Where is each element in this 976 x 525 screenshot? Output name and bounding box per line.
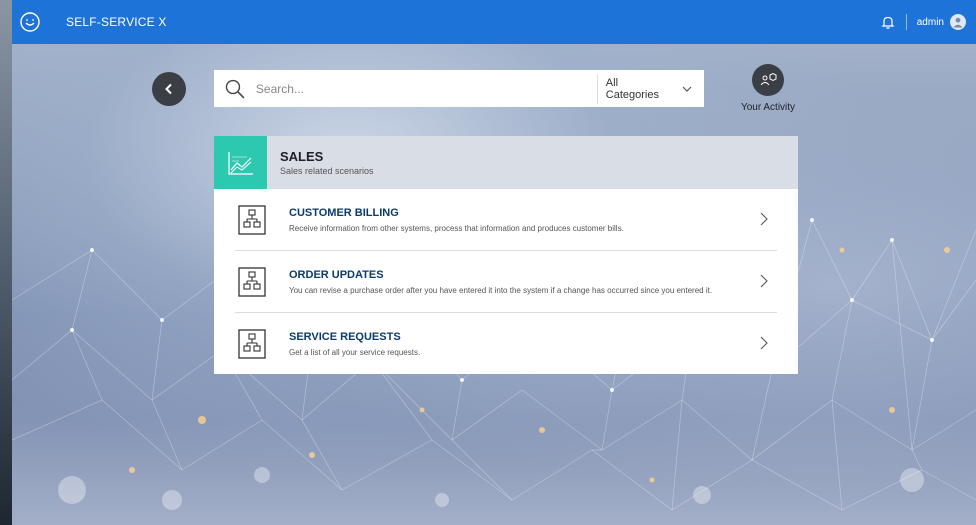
list-item-customer-billing[interactable]: CUSTOMER BILLING Receive information fro… <box>235 189 777 251</box>
list-item-order-updates[interactable]: ORDER UPDATES You can revise a purchase … <box>235 251 777 313</box>
search-icon[interactable] <box>224 78 246 100</box>
flowchart-icon <box>238 266 266 297</box>
item-title: CUSTOMER BILLING <box>289 206 399 219</box>
section-subtitle: Sales related scenarios <box>280 166 374 176</box>
section-title: SALES <box>280 149 324 164</box>
item-description: Get a list of all your service requests. <box>289 347 421 357</box>
search-input[interactable] <box>253 80 597 97</box>
your-activity-button[interactable]: Your Activity <box>734 64 802 113</box>
flowchart-icon <box>238 328 266 359</box>
activity-label: Your Activity <box>740 102 796 113</box>
top-bar: SELF-SERVICE X admin <box>12 0 976 44</box>
list-item-service-requests[interactable]: SERVICE REQUESTS Get a list of all your … <box>235 313 777 374</box>
flowchart-icon <box>238 204 266 235</box>
search-bar: All Categories <box>214 70 704 107</box>
bell-icon[interactable] <box>880 14 896 30</box>
app-title: SELF-SERVICE X <box>66 15 167 29</box>
user-name[interactable]: admin <box>917 17 944 28</box>
chevron-right-icon <box>760 212 768 226</box>
section-header: SALES Sales related scenarios <box>214 136 798 189</box>
category-label: All Categories <box>605 76 659 101</box>
chevron-right-icon <box>760 336 768 350</box>
item-title: SERVICE REQUESTS <box>289 330 401 343</box>
header-divider <box>905 14 907 30</box>
item-description: Receive information from other systems, … <box>289 223 624 233</box>
line-chart-icon <box>214 136 267 189</box>
back-button[interactable] <box>152 72 186 106</box>
activity-icon <box>752 64 784 96</box>
chat-bubble-icon[interactable] <box>16 8 44 36</box>
item-title: ORDER UPDATES <box>289 268 384 281</box>
chevron-left-icon <box>165 83 172 95</box>
item-description: You can revise a purchase order after yo… <box>289 285 713 295</box>
sales-panel: SALES Sales related scenarios CUSTOMER B… <box>214 136 798 374</box>
user-icon[interactable] <box>950 14 966 30</box>
window-edge <box>0 0 12 525</box>
app-window: SELF-SERVICE X admin Search... All Categ… <box>12 0 976 525</box>
category-select[interactable]: All Categories <box>598 77 704 101</box>
chevron-right-icon <box>760 274 768 288</box>
chevron-down-icon <box>682 86 692 92</box>
